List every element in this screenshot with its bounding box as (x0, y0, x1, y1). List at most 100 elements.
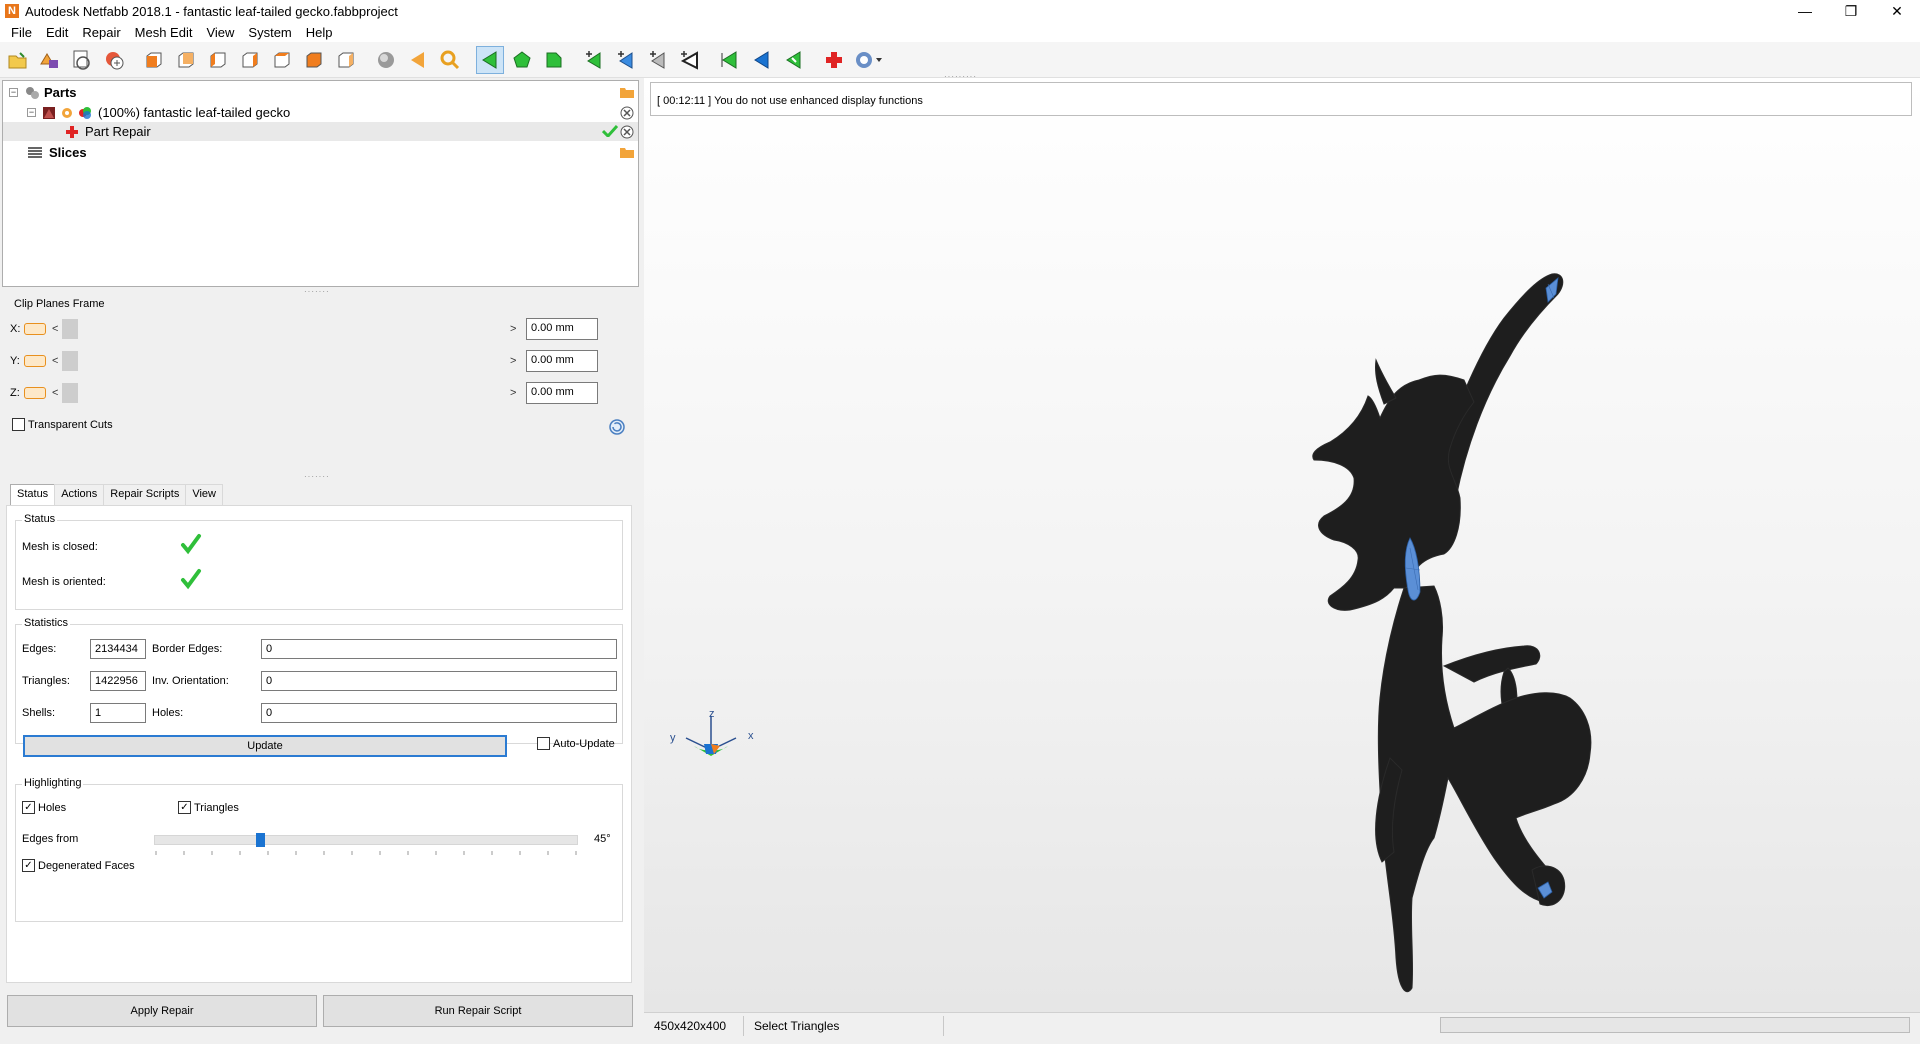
apply-repair-button[interactable]: Apply Repair (7, 995, 317, 1027)
degenerated-checkbox[interactable]: ✓ (22, 859, 35, 872)
tree-part-row[interactable]: − (100%) fantastic leaf-tailed gecko (27, 103, 290, 122)
edges-angle-thumb[interactable] (256, 833, 265, 847)
clip-value-input[interactable]: 0.00 mm (526, 350, 598, 372)
open-project-icon[interactable] (4, 46, 32, 74)
update-button[interactable]: Update (23, 735, 507, 757)
tab-status[interactable]: Status (10, 484, 56, 507)
tab-repair-scripts[interactable]: Repair Scripts (103, 484, 187, 506)
collapse-icon[interactable]: − (27, 108, 36, 117)
menu-system[interactable]: System (241, 25, 298, 40)
clip-toggle-icon[interactable] (24, 323, 46, 335)
edges-angle-slider[interactable] (154, 835, 578, 845)
transparent-cuts-checkbox[interactable] (12, 418, 25, 431)
auto-update-checkbox[interactable] (537, 737, 550, 750)
clip-row-z: Z: < > 0.00 mm (10, 382, 630, 404)
triangle-green-icon[interactable] (716, 46, 744, 74)
slider-thumb[interactable] (62, 383, 78, 403)
view-bottom-icon[interactable] (300, 46, 328, 74)
slider-right-arrow[interactable]: > (510, 355, 520, 367)
window-title: Autodesk Netfabb 2018.1 - fantastic leaf… (25, 3, 398, 19)
triangle-select-icon[interactable] (780, 46, 808, 74)
clip-slider[interactable] (62, 383, 510, 403)
sphere-icon[interactable] (372, 46, 400, 74)
menu-repair[interactable]: Repair (75, 25, 127, 40)
tree-slices-row[interactable]: Slices (27, 143, 87, 162)
slider-thumb[interactable] (62, 319, 78, 339)
triangles-option[interactable]: ✓ Triangles (178, 801, 239, 814)
run-repair-script-button[interactable]: Run Repair Script (323, 995, 633, 1027)
folder-open-icon[interactable] (620, 86, 634, 98)
slider-right-arrow[interactable]: > (510, 387, 520, 399)
triangles-checkbox[interactable]: ✓ (178, 801, 191, 814)
cut-icon[interactable] (644, 46, 672, 74)
slider-left-arrow[interactable]: < (52, 387, 62, 399)
visibility-icon[interactable] (60, 106, 74, 120)
minimize-button[interactable]: — (1782, 0, 1828, 22)
collapse-icon[interactable]: − (9, 88, 18, 97)
select-surface-icon[interactable] (508, 46, 536, 74)
select-triangle-icon[interactable] (476, 45, 504, 74)
splitter-grip[interactable]: ········· (944, 72, 977, 81)
slider-left-arrow[interactable]: < (52, 355, 62, 367)
tab-actions[interactable]: Actions (54, 484, 105, 506)
view-top-icon[interactable] (268, 46, 296, 74)
load-part-icon[interactable] (68, 46, 96, 74)
part-mesh-icon (43, 106, 55, 119)
remove-icon[interactable] (620, 125, 634, 139)
select-shell-icon[interactable] (540, 46, 568, 74)
menu-mesh-edit[interactable]: Mesh Edit (128, 25, 200, 40)
clip-slider[interactable] (62, 351, 510, 371)
degenerated-option[interactable]: ✓ Degenerated Faces (22, 859, 135, 872)
restore-button[interactable]: ❐ (1828, 0, 1874, 22)
view-iso-icon[interactable] (332, 46, 360, 74)
prev-arrow-icon[interactable] (404, 46, 432, 74)
zoom-icon[interactable] (436, 46, 464, 74)
axis-label: Y: (10, 355, 20, 367)
clip-toggle-icon[interactable] (24, 387, 46, 399)
clip-value-input[interactable]: 0.00 mm (526, 382, 598, 404)
reset-icon[interactable] (608, 418, 626, 439)
clip-slider[interactable] (62, 319, 510, 339)
tree-part-label: (100%) fantastic leaf-tailed gecko (98, 105, 291, 120)
3d-viewport[interactable]: [ 00:12:11 ] You do not use enhanced dis… (644, 72, 1920, 1012)
select-edge-icon[interactable] (612, 46, 640, 74)
menu-help[interactable]: Help (299, 25, 340, 40)
tree-parts-row[interactable]: − Parts (9, 83, 77, 102)
repair-cross-icon (66, 125, 78, 138)
menu-edit[interactable]: Edit (39, 25, 75, 40)
remove-icon[interactable] (620, 106, 634, 120)
slider-thumb[interactable] (62, 351, 78, 371)
new-part-icon[interactable] (100, 46, 128, 74)
splitter-grip[interactable]: ······· (304, 472, 330, 481)
holes-checkbox[interactable]: ✓ (22, 801, 35, 814)
view-left-icon[interactable] (204, 46, 232, 74)
tree-repair-row[interactable]: Part Repair (65, 122, 151, 141)
folder-open-icon[interactable] (620, 146, 634, 158)
axis-x-label: x (748, 730, 754, 742)
slider-right-arrow[interactable]: > (510, 323, 520, 335)
repair-cross-icon[interactable] (820, 46, 848, 74)
highlighting-group-title: Highlighting (22, 777, 84, 789)
holes-option[interactable]: ✓ Holes (22, 801, 66, 814)
gecko-model[interactable] (1144, 198, 1664, 1018)
tab-view[interactable]: View (185, 484, 223, 506)
confirm-check-icon[interactable] (601, 124, 619, 139)
menu-file[interactable]: File (4, 25, 39, 40)
add-part-icon[interactable] (36, 46, 64, 74)
auto-update-option[interactable]: Auto-Update (537, 737, 615, 750)
slider-left-arrow[interactable]: < (52, 323, 62, 335)
view-right-icon[interactable] (236, 46, 264, 74)
help-icon[interactable] (852, 46, 886, 74)
view-back-icon[interactable] (172, 46, 200, 74)
close-button[interactable]: ✕ (1874, 0, 1920, 22)
triangle-blue-icon[interactable] (748, 46, 776, 74)
message-log: [ 00:12:11 ] You do not use enhanced dis… (650, 82, 1912, 116)
menu-view[interactable]: View (199, 25, 241, 40)
clip-toggle-icon[interactable] (24, 355, 46, 367)
view-front-icon[interactable] (140, 46, 168, 74)
color-icon[interactable] (78, 106, 92, 120)
lasso-icon[interactable] (676, 46, 704, 74)
transparent-cuts-option[interactable]: Transparent Cuts (12, 418, 113, 431)
add-triangle-icon[interactable] (580, 46, 608, 74)
clip-value-input[interactable]: 0.00 mm (526, 318, 598, 340)
